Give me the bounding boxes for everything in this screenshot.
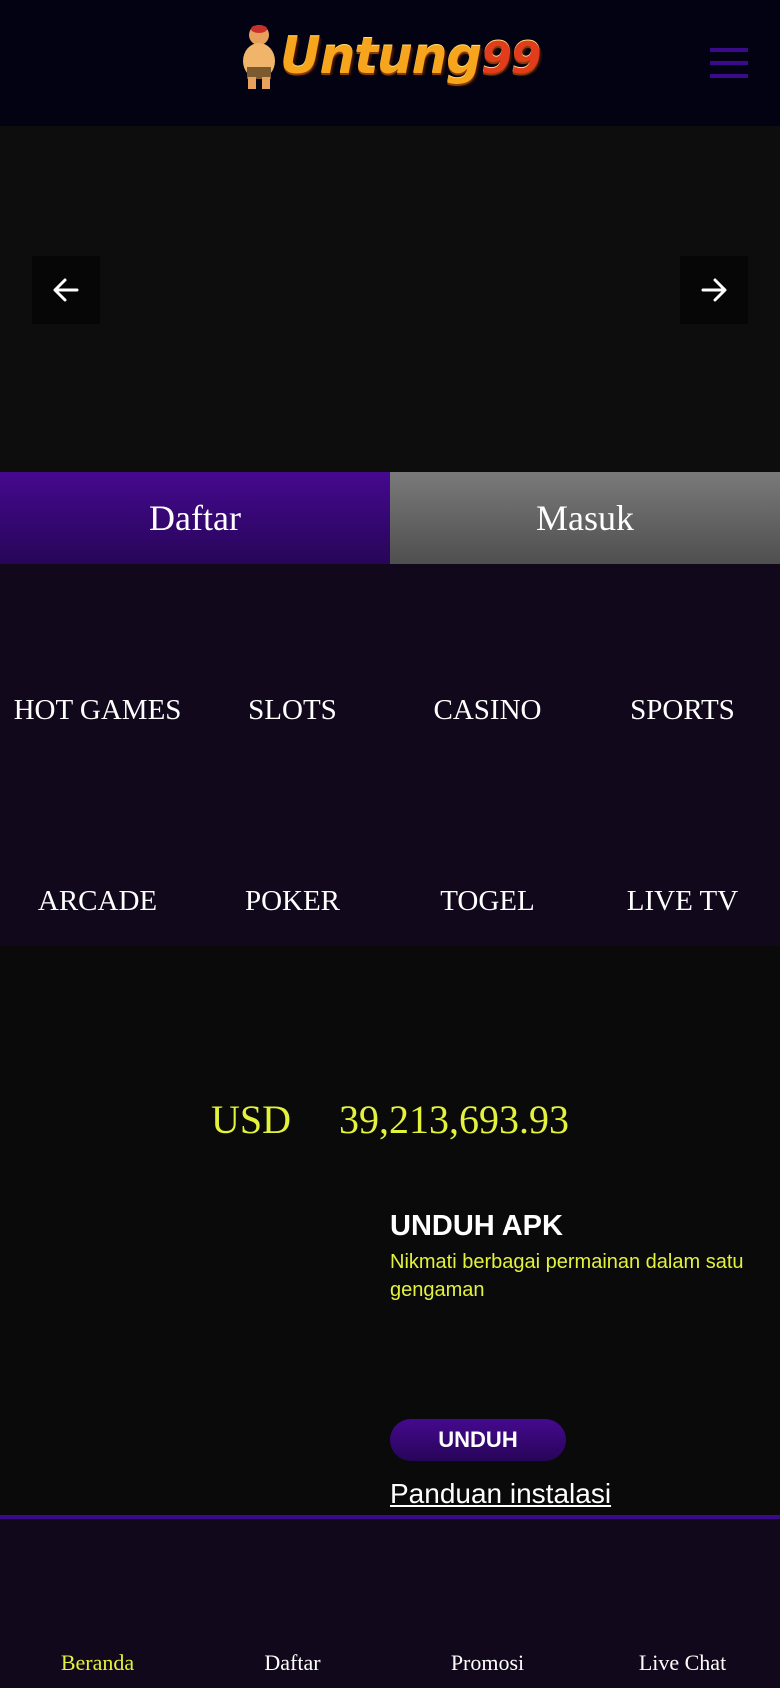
game-categories: HOT GAMES SLOTS CASINO SPORTS ARCADE POK… — [0, 564, 780, 946]
auth-buttons: Daftar Masuk — [0, 472, 780, 564]
nav-promosi[interactable]: Promosi — [390, 1650, 585, 1676]
nav-beranda[interactable]: Beranda — [0, 1650, 195, 1676]
arrow-left-icon — [53, 278, 79, 302]
category-hot-games[interactable]: HOT GAMES — [0, 694, 195, 727]
register-button[interactable]: Daftar — [0, 472, 390, 564]
jackpot-counter: USD 39,213,693.93 — [0, 1096, 780, 1146]
apk-title: UNDUH APK — [390, 1210, 563, 1242]
category-arcade[interactable]: ARCADE — [0, 885, 195, 918]
carousel-next-button[interactable] — [680, 256, 748, 324]
header: Untung99 — [0, 0, 780, 126]
apk-description: Nikmati berbagai permainan dalam satu ge… — [390, 1251, 744, 1301]
nav-live-chat[interactable]: Live Chat — [585, 1650, 780, 1676]
install-guide-link[interactable]: Panduan instalasi — [390, 1478, 611, 1510]
category-poker[interactable]: POKER — [195, 885, 390, 918]
download-apk-button[interactable]: UNDUH — [390, 1419, 566, 1461]
category-casino[interactable]: CASINO — [390, 694, 585, 727]
hamburger-menu-icon[interactable] — [710, 48, 748, 78]
banner-carousel — [0, 126, 780, 472]
jackpot-currency: USD — [210, 1097, 292, 1142]
carousel-prev-button[interactable] — [32, 256, 100, 324]
site-logo[interactable]: Untung99 — [238, 18, 541, 94]
login-button[interactable]: Masuk — [390, 472, 780, 564]
logo-wordmark: Untung99 — [280, 27, 541, 85]
arrow-right-icon — [701, 278, 727, 302]
category-sports[interactable]: SPORTS — [585, 694, 780, 727]
bottom-nav: Beranda Daftar Promosi Live Chat — [0, 1515, 780, 1688]
mascot-icon — [243, 25, 275, 89]
category-slots[interactable]: SLOTS — [195, 694, 390, 727]
category-togel[interactable]: TOGEL — [390, 885, 585, 918]
jackpot-amount: 39,213,693.93 — [339, 1097, 570, 1142]
nav-daftar[interactable]: Daftar — [195, 1650, 390, 1676]
category-live-tv[interactable]: LIVE TV — [585, 885, 780, 918]
